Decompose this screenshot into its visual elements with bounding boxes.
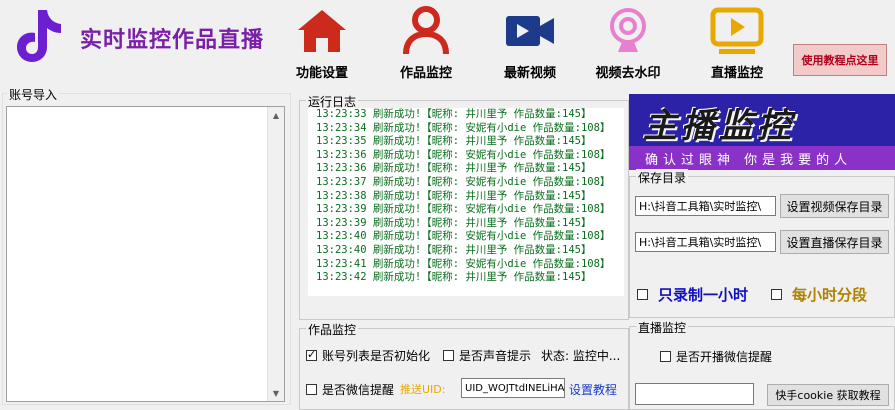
account-list-scrollbar[interactable]: ▲ ▼ — [267, 107, 284, 401]
toolbar-label: 最新视频 — [503, 66, 556, 81]
log-line: 13:23:42 刷新成功!【昵称: 井川里予 作品数量:145】 — [316, 271, 592, 284]
push-uid-label: 推送UID: — [400, 383, 446, 396]
log-line: 13:23:40 刷新成功!【昵称: 安妮有小die 作品数量:108】 — [316, 230, 611, 243]
log-line: 13:23:39 刷新成功!【昵称: 安妮有小die 作品数量:108】 — [316, 203, 611, 216]
log-line: 13:23:34 刷新成功!【昵称: 安妮有小die 作品数量:108】 — [316, 121, 611, 134]
init-list-option[interactable]: 账号列表是否初始化 — [306, 347, 430, 364]
toolbar-label: 作品监控 — [399, 66, 452, 81]
account-list[interactable]: ▲ ▼ — [6, 106, 285, 402]
user-icon — [403, 6, 449, 55]
play-icon — [710, 7, 764, 54]
monitor-status: 状态: 监控中... — [541, 349, 621, 363]
live-monitor-banner: 主播监控 确认过眼神 你是我要的人 — [629, 94, 895, 170]
live-wechat-alert-checkbox[interactable] — [660, 351, 671, 362]
toolbar-work-monitor[interactable]: 作品监控 — [383, 6, 469, 81]
scroll-down-icon[interactable]: ▼ — [268, 385, 284, 401]
log-line: 13:23:37 刷新成功!【昵称: 安妮有小die 作品数量:108】 — [316, 175, 611, 188]
toolbar-label: 视频去水印 — [595, 66, 661, 81]
log-line: 13:23:38 刷新成功!【昵称: 井川里予 作品数量:145】 — [316, 189, 592, 202]
work-monitor-label: 作品监控 — [306, 321, 359, 338]
log-line: 13:23:33 刷新成功!【昵称: 井川里予 作品数量:145】 — [316, 108, 592, 120]
account-import-label: 账号导入 — [7, 86, 60, 103]
set-live-dir-button[interactable]: 设置直播保存目录 — [780, 230, 889, 254]
log-line: 13:23:40 刷新成功!【昵称: 井川里予 作品数量:145】 — [316, 243, 592, 256]
log-lines: 13:23:33 刷新成功!【昵称: 井川里予 作品数量:145】 13:23:3… — [308, 108, 624, 285]
log-line: 13:23:36 刷新成功!【昵称: 井川里予 作品数量:145】 — [316, 162, 592, 175]
hourly-split-label: 每小时分段 — [792, 286, 868, 304]
live-monitor-label: 直播监控 — [636, 319, 689, 336]
webcam-icon — [610, 8, 646, 52]
hourly-split-option[interactable]: 每小时分段 — [771, 284, 867, 305]
set-video-dir-button[interactable]: 设置视频保存目录 — [780, 194, 889, 218]
save-dir-label: 保存目录 — [636, 169, 689, 186]
live-wechat-alert-label: 是否开播微信提醒 — [676, 350, 773, 364]
app-title: 实时监控作品直播 — [80, 28, 265, 53]
live-save-path-input[interactable]: H:\抖音工具箱\实时监控\ — [635, 232, 776, 252]
scroll-up-icon[interactable]: ▲ — [268, 107, 284, 123]
push-uid-input[interactable]: UID_WOJTtdINELiHA — [461, 378, 565, 398]
toolbar: 实时监控作品直播 功能设置 作品监控 最新视频 视频去水印 直播监控 使用教程点… — [0, 0, 895, 88]
hourly-split-checkbox[interactable] — [771, 289, 782, 300]
sound-alert-label: 是否声音提示 — [459, 349, 532, 363]
log-line: 13:23:35 刷新成功!【昵称: 井川里予 作品数量:145】 — [316, 135, 592, 148]
banner-sub-text: 确认过眼神 你是我要的人 — [645, 153, 853, 168]
log-line: 13:23:41 刷新成功!【昵称: 安妮有小die 作品数量:108】 — [316, 257, 611, 270]
home-icon — [298, 10, 346, 52]
record-one-hour-checkbox[interactable] — [637, 289, 648, 300]
video-camera-icon — [506, 16, 554, 46]
music-note-logo-icon — [17, 10, 61, 62]
wechat-alert-option[interactable]: 是否微信提醒 — [306, 381, 394, 398]
init-list-label: 账号列表是否初始化 — [322, 349, 431, 363]
log-line: 13:23:39 刷新成功!【昵称: 井川里予 作品数量:145】 — [316, 216, 592, 229]
cookie-tutorial-button[interactable]: 快手cookie 获取教程 — [767, 384, 889, 406]
sound-alert-checkbox[interactable] — [443, 350, 454, 361]
toolbar-live-monitor[interactable]: 直播监控 — [694, 6, 780, 81]
cookie-input[interactable] — [635, 383, 754, 405]
log-output[interactable]: 13:23:33 刷新成功!【昵称: 井川里予 作品数量:145】 13:23:3… — [308, 108, 624, 296]
sound-alert-option[interactable]: 是否声音提示 — [443, 347, 531, 364]
toolbar-label: 功能设置 — [295, 66, 348, 81]
record-one-hour-option[interactable]: 只录制一小时 — [637, 284, 748, 305]
record-one-hour-label: 只录制一小时 — [658, 286, 749, 304]
tutorial-button[interactable]: 使用教程点这里 — [793, 44, 887, 76]
init-list-checkbox[interactable] — [306, 348, 317, 361]
live-wechat-alert-option[interactable]: 是否开播微信提醒 — [660, 348, 772, 365]
toolbar-label: 直播监控 — [710, 66, 763, 81]
log-line: 13:23:36 刷新成功!【昵称: 安妮有小die 作品数量:108】 — [316, 148, 611, 161]
banner-main-text: 主播监控 — [643, 106, 795, 146]
wechat-alert-checkbox[interactable] — [306, 384, 317, 395]
toolbar-latest-videos[interactable]: 最新视频 — [487, 6, 573, 81]
toolbar-function-settings[interactable]: 功能设置 — [279, 6, 365, 81]
toolbar-watermark-remover[interactable]: 视频去水印 — [585, 6, 671, 81]
tutorial-link[interactable]: 设置教程 — [569, 381, 617, 398]
wechat-alert-label: 是否微信提醒 — [322, 383, 395, 397]
video-save-path-input[interactable]: H:\抖音工具箱\实时监控\ — [635, 196, 776, 216]
